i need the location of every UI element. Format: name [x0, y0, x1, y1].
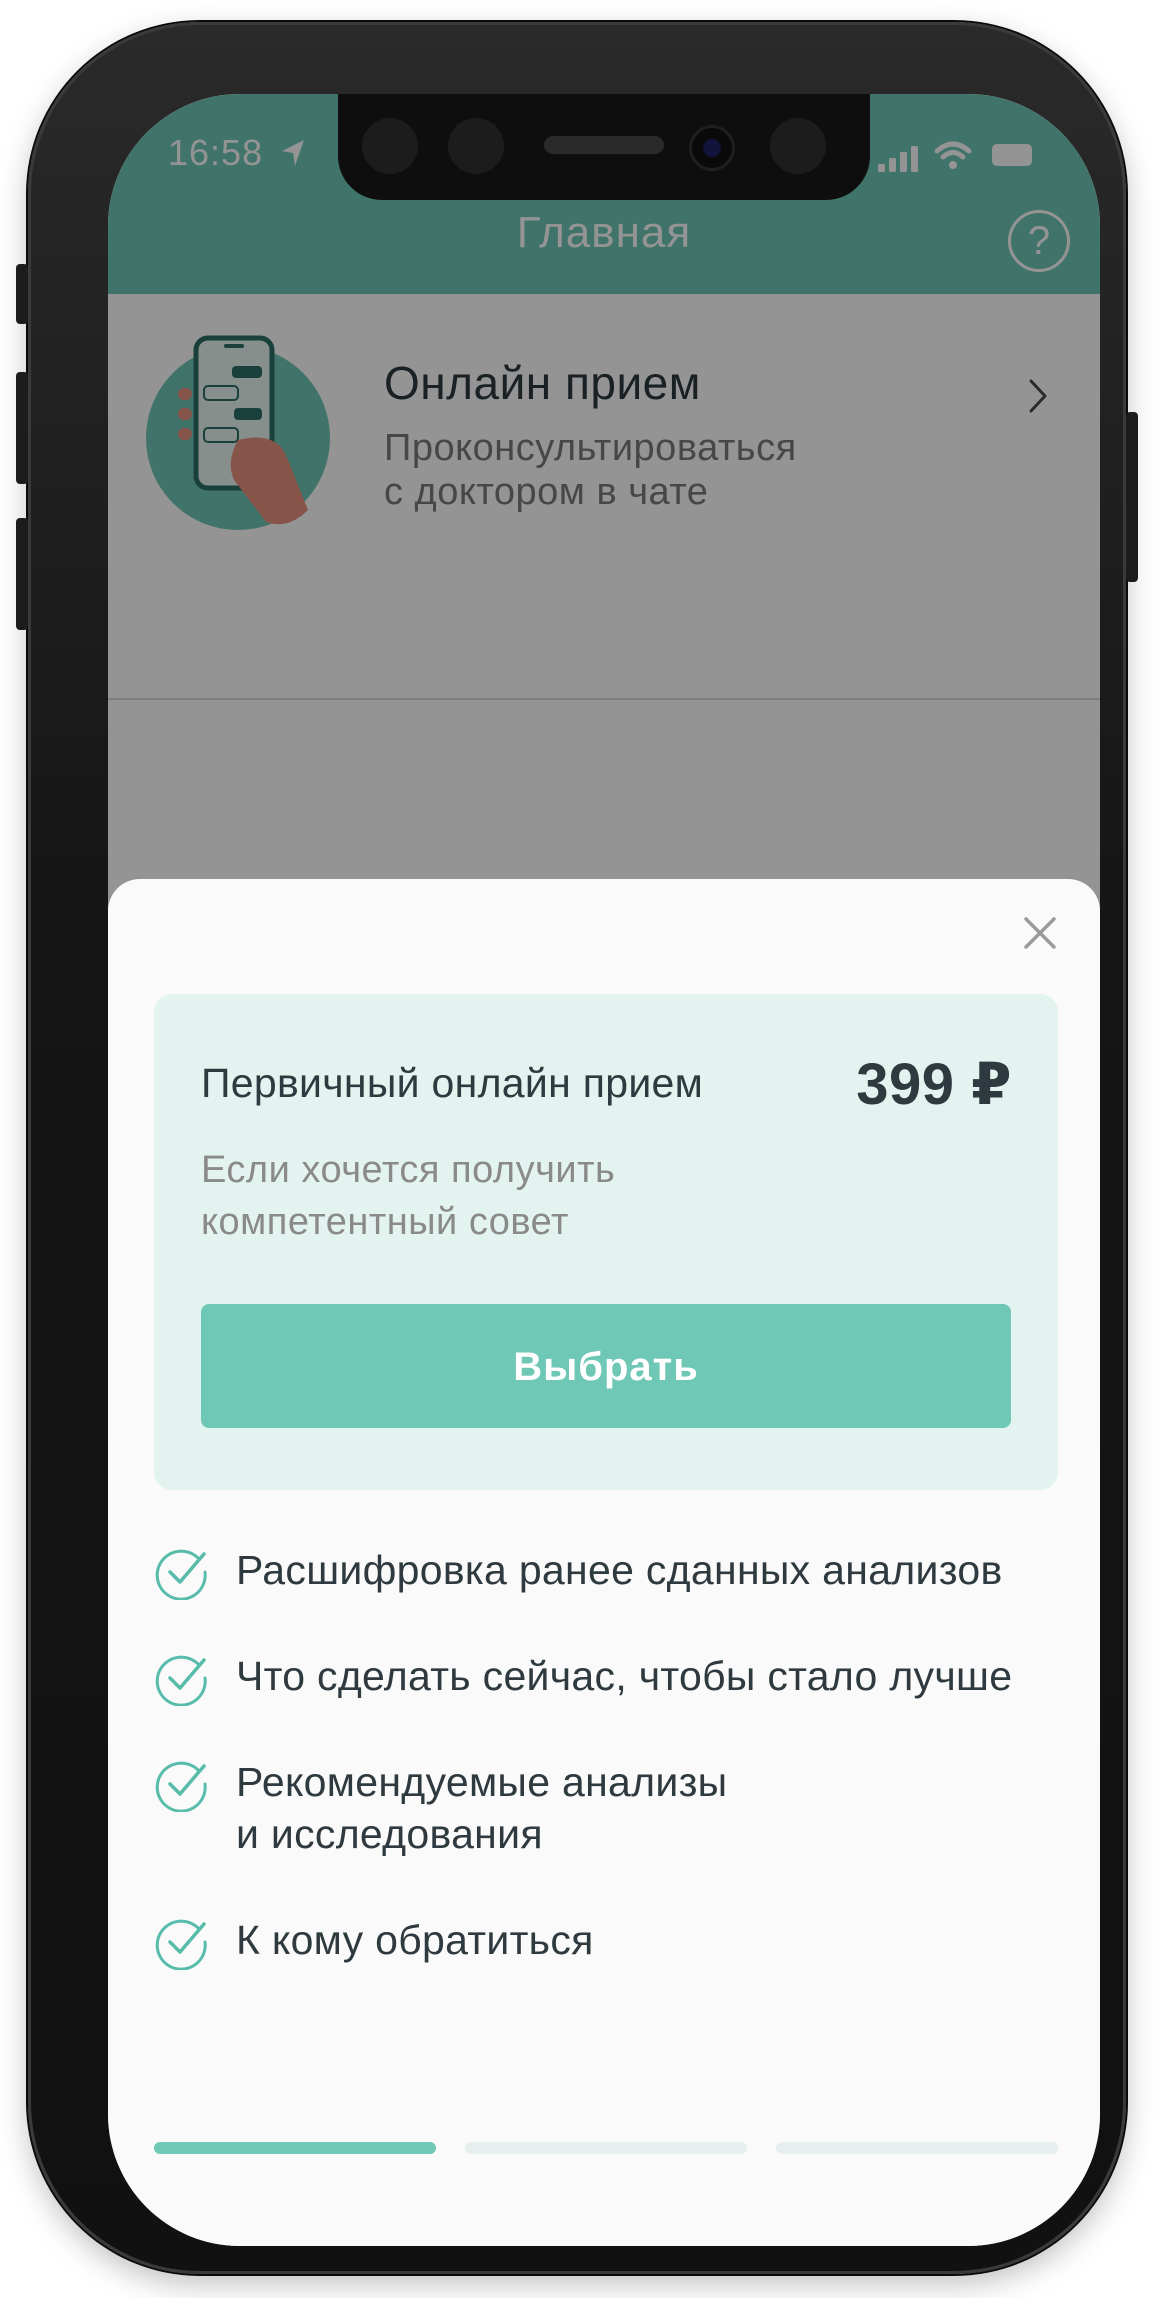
volume-down-button	[16, 518, 28, 630]
front-camera	[692, 128, 732, 168]
screen: 16:58 Главная ? Онлайн прием Проконсульт…	[108, 94, 1100, 2246]
offer-card: Первичный онлайн прием 399 ₽ Если хочетс…	[154, 994, 1058, 1490]
earpiece-speaker	[544, 136, 664, 154]
offer-description: Если хочется получить компетентный совет	[201, 1149, 616, 1243]
mute-switch	[16, 264, 28, 324]
offer-price: 399 ₽	[856, 1052, 1012, 1117]
page-indicator	[154, 2142, 1058, 2154]
sensor	[362, 118, 418, 174]
check-circle-icon	[155, 1919, 207, 1970]
offer-title: Первичный онлайн прием	[201, 1060, 704, 1106]
page-indicator-segment[interactable]	[465, 2142, 747, 2154]
feature-text: К кому обратиться	[236, 1917, 594, 1963]
device-frame: 16:58 Главная ? Онлайн прием Проконсульт…	[0, 0, 1154, 2298]
feature-text: Рекомендуемые анализы и исследования	[236, 1759, 728, 1857]
check-circle-icon	[155, 1549, 207, 1600]
power-button	[1126, 412, 1138, 582]
check-circle-icon	[155, 1761, 207, 1812]
page-indicator-segment[interactable]	[154, 2142, 436, 2154]
feature-text: Расшифровка ранее сданных анализов	[236, 1547, 1003, 1593]
bottom-sheet: Первичный онлайн прием 399 ₽ Если хочетс…	[108, 879, 1100, 2246]
sensor	[770, 118, 826, 174]
close-icon[interactable]	[1020, 913, 1060, 953]
volume-up-button	[16, 372, 28, 484]
check-circle-icon	[155, 1655, 207, 1706]
page-indicator-segment[interactable]	[776, 2142, 1058, 2154]
notch	[338, 94, 870, 200]
feature-text: Что сделать сейчас, чтобы стало лучше	[236, 1653, 1013, 1699]
phone-body: 16:58 Главная ? Онлайн прием Проконсульт…	[16, 22, 1138, 2274]
sensor	[448, 118, 504, 174]
choose-button[interactable]: Выбрать	[201, 1304, 1011, 1428]
